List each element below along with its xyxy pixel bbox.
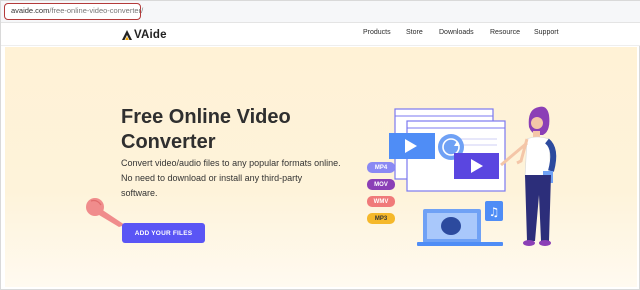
hero-section: Free Online Video Converter Convert vide… [5,47,637,287]
add-your-files-button[interactable]: ADD YOUR FILES [122,223,205,243]
nav-products[interactable]: Products [363,29,406,41]
logo-mark-icon [122,29,132,40]
page-title: Free Online Video Converter [121,106,291,153]
url-domain: avaide.com [11,6,50,15]
url-path: /free-online-video-converter/ [49,6,144,15]
format-badge: MOV [367,179,395,190]
url-field[interactable]: avaide.com/free-online-video-converter/ [4,3,143,20]
main-nav: Products Store Downloads Resource Suppor… [363,29,564,41]
svg-text:♫: ♫ [489,205,500,219]
format-badge: MP4 [367,162,395,173]
site-header: VAide Products Store Downloads Resource … [1,23,640,46]
url-text: avaide.com/free-online-video-converter/ [11,6,143,15]
nav-downloads[interactable]: Downloads [439,29,490,41]
hero-description: Convert video/audio files to any popular… [121,158,341,198]
logo[interactable]: VAide [121,27,167,42]
address-bar: avaide.com/free-online-video-converter/ [1,1,640,23]
nav-resource[interactable]: Resource [490,29,534,41]
hero-illustration: ♫ MP4 MOV WMV MP3 [361,91,571,253]
format-badge: MP3 [367,213,395,224]
nav-support[interactable]: Support [534,29,564,41]
logo-text: VAide [134,28,167,41]
format-badge: WMV [367,196,395,207]
nav-store[interactable]: Store [406,29,439,41]
browser-window: avaide.com/free-online-video-converter/ … [0,0,640,290]
